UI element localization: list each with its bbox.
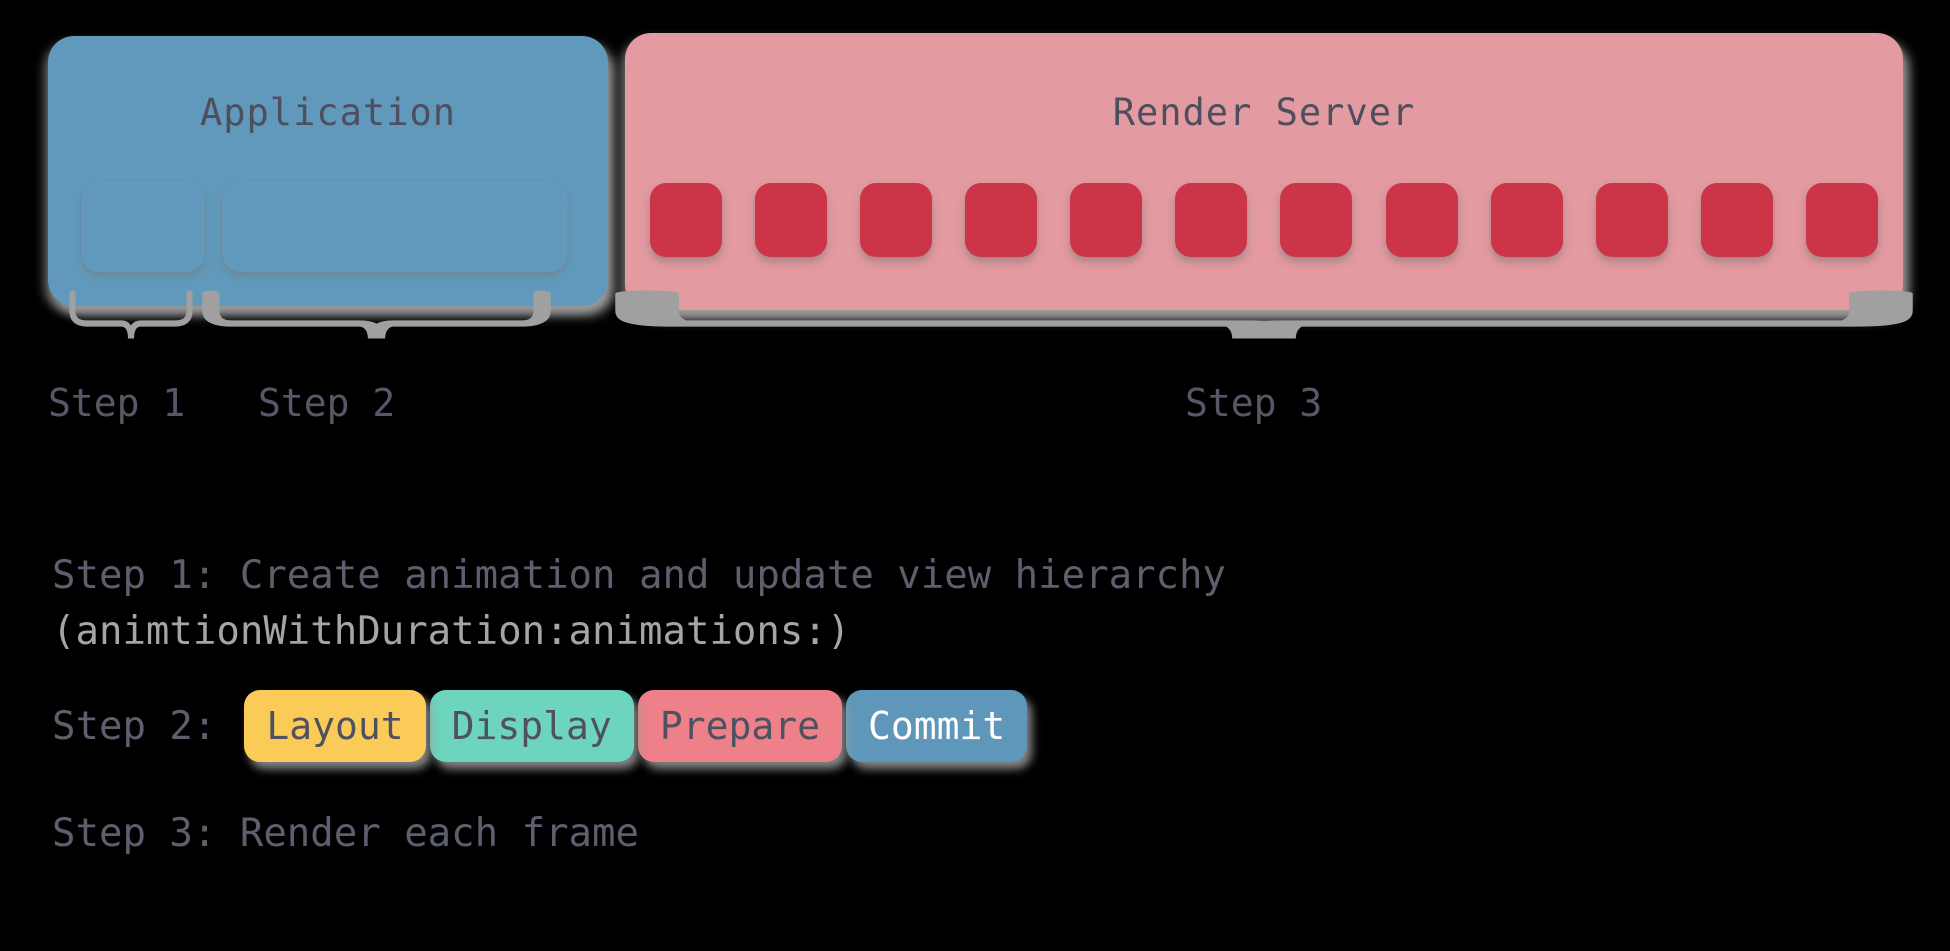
legend-block: Step 1: Create animation and update view… bbox=[52, 548, 1552, 862]
brace-label-step-2: Step 2 bbox=[258, 381, 396, 425]
pipeline-row: Layout Display Prepare Commit bbox=[244, 690, 1028, 762]
legend-step2-row: Step 2: Layout Display Prepare Commit bbox=[52, 686, 1552, 766]
pipeline-pill-layout[interactable]: Layout bbox=[244, 690, 426, 762]
brace-step-1 bbox=[69, 290, 193, 341]
pipeline-pill-label: Commit bbox=[867, 704, 1006, 748]
pipeline-pill-label: Layout bbox=[266, 704, 404, 748]
pipeline-pill-display[interactable]: Display bbox=[429, 690, 634, 762]
frame-cell bbox=[965, 183, 1038, 257]
brace-label-step-3: Step 3 bbox=[1185, 381, 1323, 425]
frame-cell bbox=[650, 183, 722, 257]
frame-cell bbox=[1175, 183, 1248, 257]
pipeline-pill-prepare[interactable]: Prepare bbox=[637, 690, 842, 762]
application-step2-region bbox=[223, 182, 567, 272]
legend-step1-line2: (animtionWithDuration:animations:) bbox=[52, 609, 851, 654]
frame-cell bbox=[1595, 183, 1668, 257]
render-server-panel: Render Server bbox=[625, 33, 1903, 310]
pipeline-pill-label: Display bbox=[451, 704, 612, 748]
frame-cell bbox=[1700, 183, 1773, 257]
brace-step-3 bbox=[615, 290, 1913, 341]
frame-cell bbox=[1805, 183, 1878, 257]
frame-cell bbox=[1070, 183, 1143, 257]
brace-step-2 bbox=[202, 290, 551, 341]
pipeline-pill-label: Prepare bbox=[659, 704, 820, 748]
render-server-panel-title: Render Server bbox=[1112, 91, 1416, 134]
diagram-canvas: Application Render Server Step 1 Step 2 … bbox=[0, 0, 1950, 951]
application-step1-region bbox=[82, 182, 204, 272]
frame-cell bbox=[1280, 183, 1353, 257]
frame-row bbox=[650, 183, 1878, 263]
frame-cell bbox=[1490, 183, 1563, 257]
application-panel-title: Application bbox=[199, 91, 457, 134]
brace-label-step-1: Step 1 bbox=[48, 381, 186, 425]
frame-cell bbox=[1385, 183, 1458, 257]
legend-step1-line1: Step 1: Create animation and update view… bbox=[52, 553, 1226, 598]
frame-cell bbox=[860, 183, 933, 257]
frame-cell bbox=[755, 183, 828, 257]
legend-step3-line: Step 3: Render each frame bbox=[52, 811, 639, 856]
legend-step2-label: Step 2: bbox=[52, 703, 217, 749]
pipeline-pill-commit[interactable]: Commit bbox=[845, 690, 1028, 762]
application-panel: Application bbox=[48, 36, 608, 306]
